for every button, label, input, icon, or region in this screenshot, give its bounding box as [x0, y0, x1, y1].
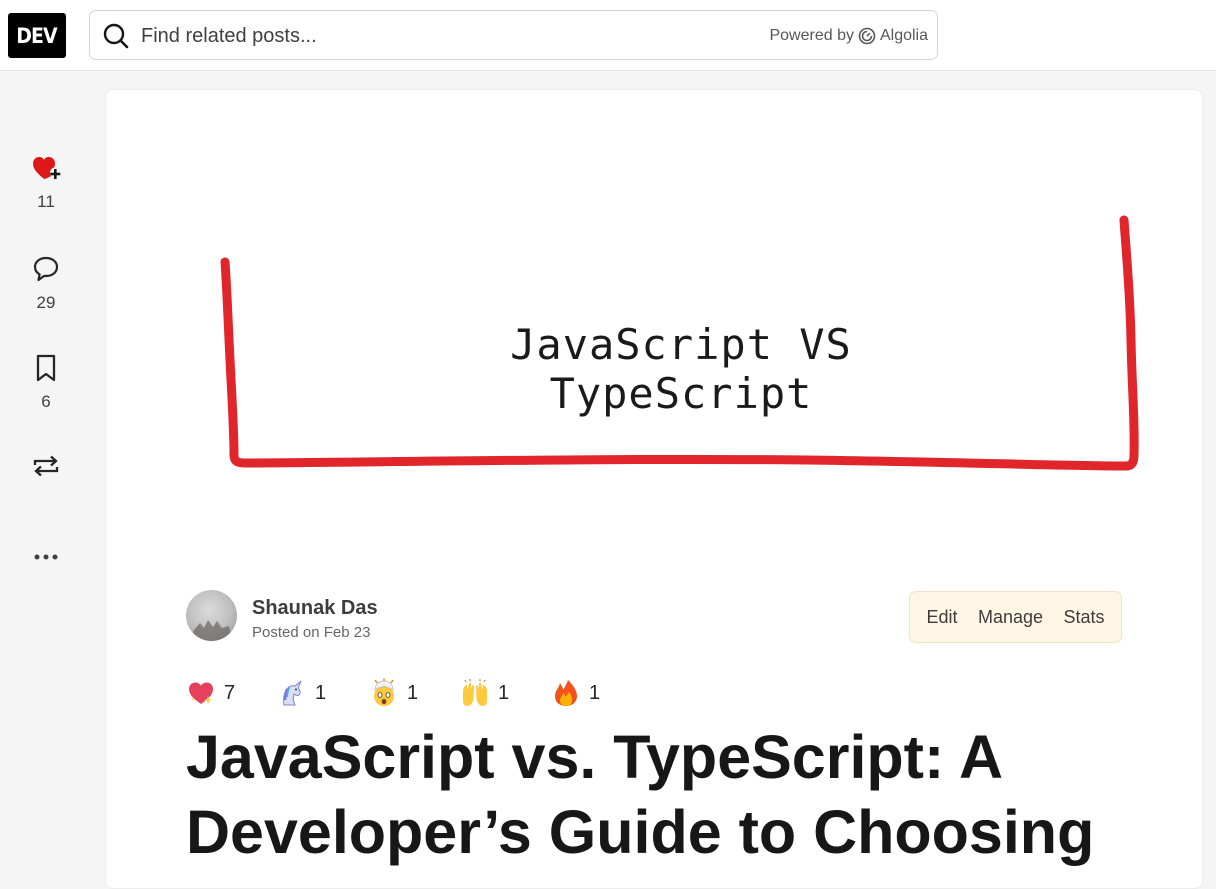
reaction-sparkle-heart: 7: [186, 678, 235, 708]
dev-logo[interactable]: DEV: [8, 13, 66, 58]
avatar[interactable]: [186, 590, 237, 641]
bookmarks-count: 6: [41, 392, 51, 411]
powered-by-label: Powered by: [769, 27, 854, 44]
algolia-label: Algolia: [879, 27, 928, 44]
stats-button[interactable]: Stats: [1060, 607, 1109, 628]
top-header: DEV Find related posts... Powered by Alg…: [0, 0, 1216, 71]
avatar-image: [190, 620, 232, 641]
reaction-fire: 1: [551, 678, 600, 708]
powered-by-algolia[interactable]: Powered by Algolia: [769, 27, 928, 45]
fire-icon: [555, 680, 577, 706]
sparkle-heart-icon: [189, 682, 213, 704]
cover-title: JavaScript VS TypeScript: [510, 320, 852, 418]
comments-button[interactable]: 29: [22, 254, 70, 313]
bookmark-icon: [36, 354, 56, 382]
manage-button[interactable]: Manage: [974, 607, 1047, 628]
reaction-unicorn: 1: [277, 678, 326, 708]
cover-image: JavaScript VS TypeScript: [106, 90, 1202, 560]
more-options-button[interactable]: [22, 547, 70, 567]
reactions-count: 11: [37, 192, 55, 211]
search-placeholder: Find related posts...: [141, 25, 317, 47]
algolia-icon: [858, 27, 876, 45]
article-title: JavaScript vs. TypeScript: A Developer’s…: [186, 723, 1095, 866]
post-date: Posted on Feb 23: [252, 624, 371, 641]
reaction-count: 1: [315, 681, 327, 704]
repost-icon: [33, 455, 59, 477]
edit-button[interactable]: Edit: [922, 607, 961, 628]
reaction-count: 1: [407, 681, 419, 704]
author-name[interactable]: Shaunak Das: [252, 597, 378, 620]
reaction-count: 1: [498, 681, 510, 704]
unicorn-icon: [283, 680, 302, 706]
reaction-count: 1: [589, 681, 601, 704]
bookmark-button[interactable]: 6: [22, 353, 70, 412]
logo-text: DEV: [16, 23, 58, 48]
reaction-raised-hands: 1: [460, 678, 509, 708]
raised-hands-icon: [463, 679, 487, 706]
search-icon: [103, 23, 129, 49]
share-button[interactable]: [22, 451, 70, 481]
author-actions: Edit Manage Stats: [909, 591, 1122, 643]
reaction-exploding-head: 1: [369, 678, 418, 708]
exploding-head-icon: [374, 678, 394, 706]
article-card: JavaScript VS TypeScript Shaunak Das Pos…: [105, 89, 1203, 889]
comment-icon: [33, 256, 59, 282]
comments-count: 29: [36, 293, 56, 312]
reaction-count: 7: [224, 681, 236, 704]
search-input[interactable]: Find related posts... Powered by Algolia: [89, 10, 938, 60]
more-dots-icon: [34, 554, 58, 560]
reaction-button[interactable]: 11: [22, 153, 70, 212]
heart-plus-icon: [33, 157, 61, 179]
